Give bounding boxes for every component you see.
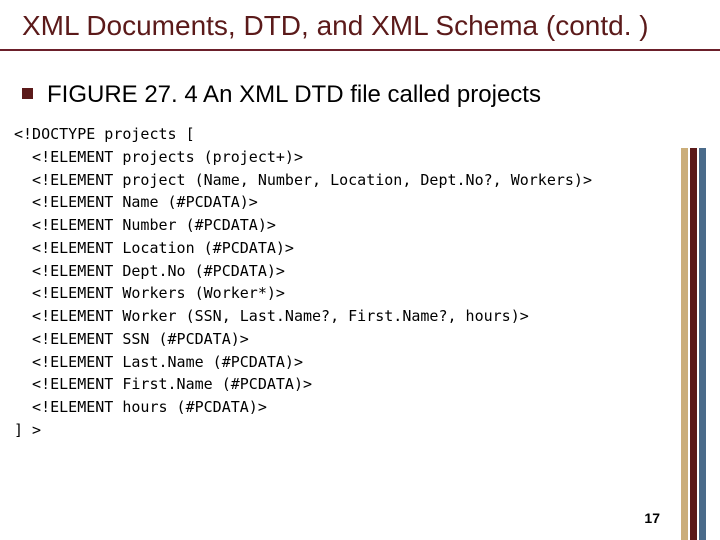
code-line: <!ELEMENT First.Name (#PCDATA)> <box>14 375 312 393</box>
title-block: XML Documents, DTD, and XML Schema (cont… <box>0 0 720 51</box>
code-line: <!ELEMENT Dept.No (#PCDATA)> <box>14 262 285 280</box>
stripe-tan <box>681 148 688 540</box>
code-line: <!ELEMENT Last.Name (#PCDATA)> <box>14 353 303 371</box>
code-line: <!ELEMENT SSN (#PCDATA)> <box>14 330 249 348</box>
decorative-stripes <box>681 148 706 540</box>
stripe-maroon <box>690 148 697 540</box>
stripe-blue <box>699 148 706 540</box>
code-line: <!ELEMENT projects (project+)> <box>14 148 303 166</box>
code-line: ] > <box>14 421 41 439</box>
code-line: <!ELEMENT Worker (SSN, Last.Name?, First… <box>14 307 529 325</box>
code-line: <!ELEMENT Location (#PCDATA)> <box>14 239 294 257</box>
bullet-icon <box>22 88 33 99</box>
dtd-code-block: <!DOCTYPE projects [ <!ELEMENT projects … <box>0 110 720 443</box>
code-line: <!ELEMENT hours (#PCDATA)> <box>14 398 267 416</box>
code-line: <!ELEMENT project (Name, Number, Locatio… <box>14 171 592 189</box>
code-line: <!DOCTYPE projects [ <box>14 125 195 143</box>
caption-row: FIGURE 27. 4 An XML DTD file called proj… <box>0 51 720 110</box>
code-line: <!ELEMENT Number (#PCDATA)> <box>14 216 276 234</box>
page-title: XML Documents, DTD, and XML Schema (cont… <box>22 8 720 43</box>
code-line: <!ELEMENT Workers (Worker*)> <box>14 284 285 302</box>
page-number: 17 <box>644 510 660 526</box>
code-line: <!ELEMENT Name (#PCDATA)> <box>14 193 258 211</box>
figure-caption: FIGURE 27. 4 An XML DTD file called proj… <box>47 79 541 110</box>
